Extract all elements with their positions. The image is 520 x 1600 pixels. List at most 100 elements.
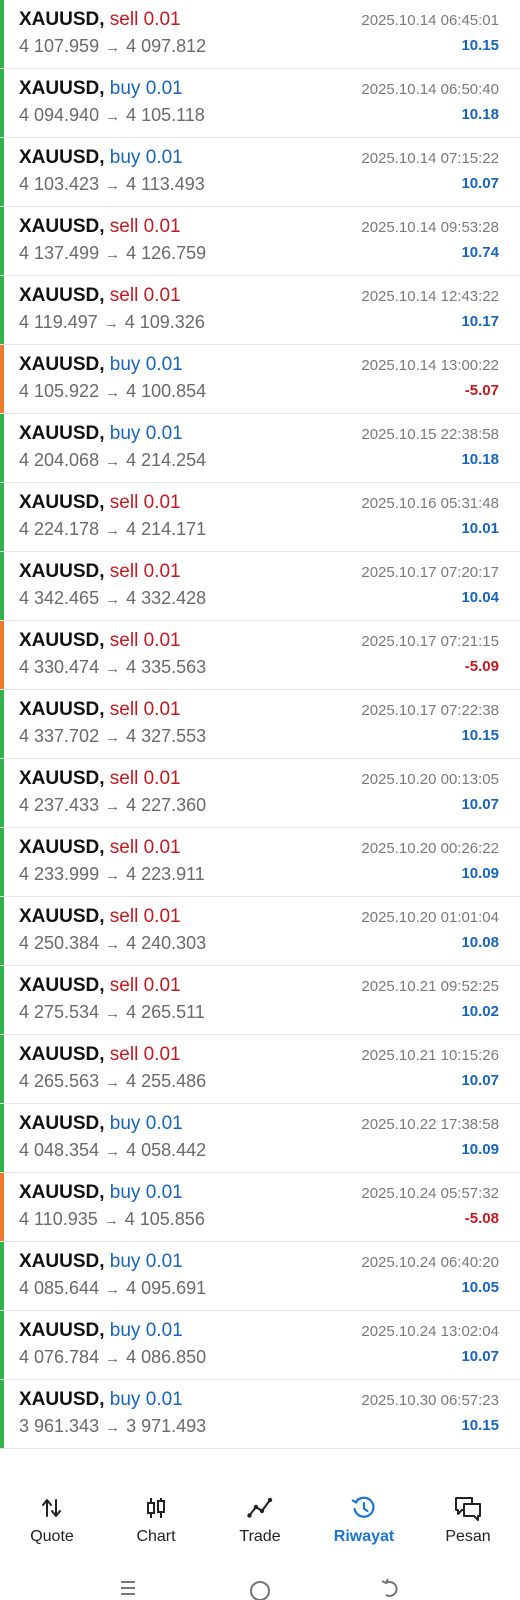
trade-row[interactable]: XAUUSD, buy 0.01 4 204.068 → 4 214.254 2025.… (0, 414, 520, 483)
trade-volume: 0.01 (143, 1044, 181, 1065)
open-price: 4 237.433 (19, 795, 100, 815)
trade-title: XAUUSD, sell 0.01 (19, 699, 181, 721)
separator: , (99, 492, 110, 513)
right-arrow-icon: → (105, 1350, 121, 1367)
trade-side: buy (109, 1320, 141, 1341)
messages-icon (454, 1494, 482, 1522)
trade-title: XAUUSD, sell 0.01 (19, 216, 181, 238)
trade-prices: 4 237.433 → 4 227.360 (19, 794, 206, 818)
trade-row[interactable]: XAUUSD, sell 0.01 4 265.563 → 4 255.486 2025… (0, 1035, 520, 1104)
close-price: 4 214.171 (126, 519, 207, 539)
trade-prices: 4 342.465 → 4 332.428 (19, 587, 206, 611)
trade-symbol: XAUUSD (19, 147, 100, 168)
nav-riwayat[interactable]: Riwayat (312, 1480, 416, 1554)
result-marker (0, 1311, 4, 1379)
result-marker (0, 828, 4, 896)
right-arrow-icon: → (105, 39, 121, 56)
trade-symbol: XAUUSD (19, 216, 100, 237)
trade-row[interactable]: XAUUSD, sell 0.01 4 107.959 → 4 097.812 2025… (0, 0, 520, 69)
trade-row[interactable]: XAUUSD, sell 0.01 4 224.178 → 4 214.171 2025… (0, 483, 520, 552)
result-marker (0, 552, 4, 620)
trade-row[interactable]: XAUUSD, sell 0.01 4 337.702 → 4 327.553 2025… (0, 690, 520, 759)
nav-label-chart: Chart (136, 1528, 176, 1545)
trade-symbol: XAUUSD (19, 561, 100, 582)
open-price: 4 110.935 (19, 1209, 98, 1229)
trade-side: sell (109, 975, 139, 996)
result-marker (0, 414, 4, 482)
trade-row[interactable]: XAUUSD, sell 0.01 4 233.999 → 4 223.911 2025… (0, 828, 520, 897)
trade-volume: 0.01 (143, 216, 181, 237)
trade-symbol: XAUUSD (19, 78, 100, 99)
trade-prices: 4 107.959 → 4 097.812 (19, 35, 206, 59)
trade-time: 2025.10.16 05:31:48 (361, 495, 499, 512)
nav-quote[interactable]: Quote (0, 1480, 104, 1554)
back-icon[interactable] (376, 1578, 406, 1600)
trade-row[interactable]: XAUUSD, buy 0.01 4 094.940 → 4 105.118 2025.… (0, 69, 520, 138)
trade-profit: 10.18 (461, 106, 499, 123)
trade-history-list[interactable]: XAUUSD, sell 0.01 4 107.959 → 4 097.812 2025… (0, 0, 520, 1480)
trade-volume: 0.01 (145, 423, 183, 444)
right-arrow-icon: → (105, 453, 121, 470)
nav-chart[interactable]: Chart (104, 1480, 208, 1554)
trade-prices: 4 048.354 → 4 058.442 (19, 1139, 206, 1163)
trade-title: XAUUSD, buy 0.01 (19, 147, 183, 169)
quote-arrows-icon (38, 1494, 66, 1522)
trade-profit: 10.05 (461, 1279, 499, 1296)
separator: , (99, 78, 110, 99)
separator: , (99, 9, 110, 30)
result-marker (0, 138, 4, 206)
separator: , (99, 1320, 110, 1341)
trade-row[interactable]: XAUUSD, buy 0.01 4 105.922 → 4 100.854 2025.… (0, 345, 520, 414)
trade-row[interactable]: XAUUSD, sell 0.01 4 342.465 → 4 332.428 2025… (0, 552, 520, 621)
trade-symbol: XAUUSD (19, 630, 100, 651)
open-price: 4 107.959 (19, 36, 100, 56)
trade-row[interactable]: XAUUSD, sell 0.01 4 137.499 → 4 126.759 2025… (0, 207, 520, 276)
trade-volume: 0.01 (143, 837, 181, 858)
close-price: 4 227.360 (126, 795, 207, 815)
nav-label-trade: Trade (239, 1528, 281, 1545)
right-arrow-icon: → (105, 108, 121, 125)
home-icon[interactable] (245, 1578, 275, 1600)
trade-side: buy (109, 147, 141, 168)
trade-row[interactable]: XAUUSD, buy 0.01 4 048.354 → 4 058.442 2025.… (0, 1104, 520, 1173)
right-arrow-icon: → (105, 591, 121, 608)
close-price: 4 086.850 (126, 1347, 207, 1367)
result-marker (0, 1104, 4, 1172)
trade-row[interactable]: XAUUSD, buy 0.01 4 103.423 → 4 113.493 2025.… (0, 138, 520, 207)
trade-profit: 10.15 (461, 37, 499, 54)
nav-trade[interactable]: Trade (208, 1480, 312, 1554)
nav-label-riwayat: Riwayat (333, 1528, 395, 1545)
trade-prices: 4 137.499 → 4 126.759 (19, 242, 206, 266)
trade-title: XAUUSD, sell 0.01 (19, 906, 181, 928)
trade-row[interactable]: XAUUSD, buy 0.01 4 085.644 → 4 095.691 2025.… (0, 1242, 520, 1311)
trade-row[interactable]: XAUUSD, sell 0.01 4 119.497 → 4 109.326 2025… (0, 276, 520, 345)
trade-row[interactable]: XAUUSD, buy 0.01 4 076.784 → 4 086.850 2025.… (0, 1311, 520, 1380)
trade-side: sell (109, 492, 139, 513)
trade-prices: 4 250.384 → 4 240.303 (19, 932, 206, 956)
close-price: 4 126.759 (126, 243, 207, 263)
open-price: 4 342.465 (19, 588, 100, 608)
trade-time: 2025.10.17 07:22:38 (361, 702, 499, 719)
trade-time: 2025.10.24 05:57:32 (361, 1185, 499, 1202)
nav-pesan[interactable]: Pesan (416, 1480, 520, 1554)
result-marker (0, 483, 4, 551)
trade-row[interactable]: XAUUSD, buy 0.01 3 961.343 → 3 971.493 2025.… (0, 1380, 520, 1449)
trade-prices: 4 233.999 → 4 223.911 (19, 863, 205, 887)
trade-row[interactable]: XAUUSD, sell 0.01 4 237.433 → 4 227.360 2025… (0, 759, 520, 828)
trade-title: XAUUSD, buy 0.01 (19, 78, 183, 100)
close-price: 4 097.812 (126, 36, 207, 56)
trade-side: sell (109, 9, 139, 30)
trade-profit: 10.02 (461, 1003, 499, 1020)
open-price: 4 330.474 (19, 657, 100, 677)
trade-time: 2025.10.30 06:57:23 (361, 1392, 499, 1409)
trade-row[interactable]: XAUUSD, sell 0.01 4 330.474 → 4 335.563 2025… (0, 621, 520, 690)
trade-row[interactable]: XAUUSD, sell 0.01 4 275.534 → 4 265.511 2025… (0, 966, 520, 1035)
trade-row[interactable]: XAUUSD, buy 0.01 4 110.935 → 4 105.856 2025.… (0, 1173, 520, 1242)
right-arrow-icon: → (105, 936, 121, 953)
recent-apps-icon[interactable] (113, 1578, 143, 1600)
trade-profit: 10.18 (461, 451, 499, 468)
trade-title: XAUUSD, buy 0.01 (19, 1320, 183, 1342)
right-arrow-icon: → (105, 1143, 121, 1160)
trade-row[interactable]: XAUUSD, sell 0.01 4 250.384 → 4 240.303 2025… (0, 897, 520, 966)
trade-title: XAUUSD, buy 0.01 (19, 1251, 183, 1273)
